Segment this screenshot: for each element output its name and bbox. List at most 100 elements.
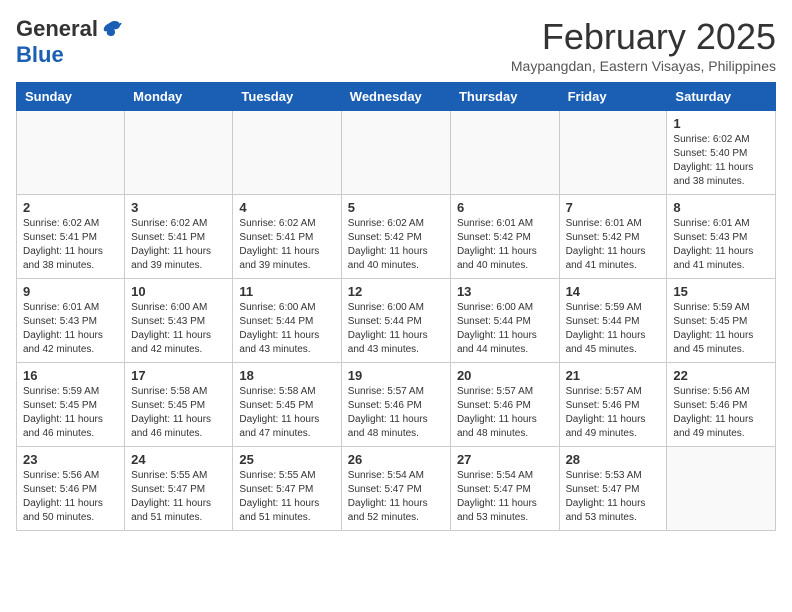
day-info: Sunrise: 5:57 AM Sunset: 5:46 PM Dayligh…	[566, 385, 661, 441]
day-info: Sunrise: 6:00 AM Sunset: 5:44 PM Dayligh…	[348, 301, 444, 357]
day-info: Sunrise: 6:02 AM Sunset: 5:41 PM Dayligh…	[131, 217, 226, 273]
day-info: Sunrise: 5:56 AM Sunset: 5:46 PM Dayligh…	[23, 469, 118, 525]
calendar-day-cell: 3 Sunrise: 6:02 AM Sunset: 5:41 PM Daylig…	[125, 195, 233, 279]
day-info: Sunrise: 5:54 AM Sunset: 5:47 PM Dayligh…	[348, 469, 444, 525]
day-number: 19	[348, 368, 444, 383]
day-info: Sunrise: 6:01 AM Sunset: 5:43 PM Dayligh…	[673, 217, 769, 273]
day-info: Sunrise: 6:02 AM Sunset: 5:41 PM Dayligh…	[23, 217, 118, 273]
day-info: Sunrise: 5:54 AM Sunset: 5:47 PM Dayligh…	[457, 469, 553, 525]
day-number: 3	[131, 200, 226, 215]
calendar-table: SundayMondayTuesdayWednesdayThursdayFrid…	[16, 82, 776, 531]
day-number: 14	[566, 284, 661, 299]
calendar-day-cell: 5Sunrise: 6:02 AM Sunset: 5:42 PM Daylig…	[341, 195, 450, 279]
day-number: 18	[239, 368, 334, 383]
location-title: Maypangdan, Eastern Visayas, Philippines	[511, 58, 776, 74]
calendar-day-cell: 8 Sunrise: 6:01 AM Sunset: 5:43 PM Daylig…	[667, 195, 776, 279]
weekday-header-thursday: Thursday	[450, 83, 559, 111]
calendar-week-row: 23 Sunrise: 5:56 AM Sunset: 5:46 PM Dayli…	[17, 447, 776, 531]
day-info: Sunrise: 5:58 AM Sunset: 5:45 PM Dayligh…	[239, 385, 334, 441]
logo-general: General	[16, 16, 98, 42]
calendar-day-cell: 14 Sunrise: 5:59 AM Sunset: 5:44 PM Dayli…	[559, 279, 667, 363]
calendar-day-cell: 19 Sunrise: 5:57 AM Sunset: 5:46 PM Dayli…	[341, 363, 450, 447]
day-info: Sunrise: 6:00 AM Sunset: 5:44 PM Dayligh…	[239, 301, 334, 357]
weekday-header-monday: Monday	[125, 83, 233, 111]
calendar-day-cell	[559, 111, 667, 195]
calendar-week-row: 2 Sunrise: 6:02 AM Sunset: 5:41 PM Daylig…	[17, 195, 776, 279]
calendar-week-row: 16 Sunrise: 5:59 AM Sunset: 5:45 PM Dayli…	[17, 363, 776, 447]
calendar-day-cell: 18 Sunrise: 5:58 AM Sunset: 5:45 PM Dayli…	[233, 363, 341, 447]
day-info: Sunrise: 5:56 AM Sunset: 5:46 PM Dayligh…	[673, 385, 769, 441]
title-block: February 2025 Maypangdan, Eastern Visaya…	[511, 16, 776, 74]
calendar-day-cell: 24 Sunrise: 5:55 AM Sunset: 5:47 PM Dayli…	[125, 447, 233, 531]
day-number: 22	[673, 368, 769, 383]
day-number: 2	[23, 200, 118, 215]
calendar-day-cell: 17 Sunrise: 5:58 AM Sunset: 5:45 PM Dayli…	[125, 363, 233, 447]
day-number: 24	[131, 452, 226, 467]
calendar-day-cell	[125, 111, 233, 195]
day-info: Sunrise: 5:57 AM Sunset: 5:46 PM Dayligh…	[348, 385, 444, 441]
calendar-day-cell: 11 Sunrise: 6:00 AM Sunset: 5:44 PM Dayli…	[233, 279, 341, 363]
day-number: 23	[23, 452, 118, 467]
day-number: 8	[673, 200, 769, 215]
calendar-day-cell	[667, 447, 776, 531]
calendar-day-cell: 25 Sunrise: 5:55 AM Sunset: 5:47 PM Dayli…	[233, 447, 341, 531]
day-number: 7	[566, 200, 661, 215]
day-info: Sunrise: 5:59 AM Sunset: 5:44 PM Dayligh…	[566, 301, 661, 357]
calendar-day-cell: 13 Sunrise: 6:00 AM Sunset: 5:44 PM Dayli…	[450, 279, 559, 363]
day-info: Sunrise: 6:00 AM Sunset: 5:43 PM Dayligh…	[131, 301, 226, 357]
calendar-day-cell: 6 Sunrise: 6:01 AM Sunset: 5:42 PM Daylig…	[450, 195, 559, 279]
day-number: 9	[23, 284, 118, 299]
calendar-day-cell: 9 Sunrise: 6:01 AM Sunset: 5:43 PM Daylig…	[17, 279, 125, 363]
calendar-day-cell: 28 Sunrise: 5:53 AM Sunset: 5:47 PM Dayli…	[559, 447, 667, 531]
day-number: 15	[673, 284, 769, 299]
calendar-day-cell	[341, 111, 450, 195]
day-info: Sunrise: 6:02 AM Sunset: 5:40 PM Dayligh…	[673, 133, 769, 189]
day-number: 6	[457, 200, 553, 215]
day-info: Sunrise: 5:53 AM Sunset: 5:47 PM Dayligh…	[566, 469, 661, 525]
calendar-day-cell	[17, 111, 125, 195]
calendar-day-cell: 10 Sunrise: 6:00 AM Sunset: 5:43 PM Dayli…	[125, 279, 233, 363]
day-number: 12	[348, 284, 444, 299]
day-info: Sunrise: 5:57 AM Sunset: 5:46 PM Dayligh…	[457, 385, 553, 441]
day-info: Sunrise: 5:59 AM Sunset: 5:45 PM Dayligh…	[673, 301, 769, 357]
day-number: 28	[566, 452, 661, 467]
month-title: February 2025	[511, 16, 776, 58]
weekday-header-wednesday: Wednesday	[341, 83, 450, 111]
day-info: Sunrise: 5:55 AM Sunset: 5:47 PM Dayligh…	[239, 469, 334, 525]
day-info: Sunrise: 6:01 AM Sunset: 5:43 PM Dayligh…	[23, 301, 118, 357]
day-info: Sunrise: 6:02 AM Sunset: 5:41 PM Dayligh…	[239, 217, 334, 273]
page-header: General Blue February 2025 Maypangdan, E…	[16, 16, 776, 74]
logo: General Blue	[16, 16, 122, 68]
day-number: 20	[457, 368, 553, 383]
day-info: Sunrise: 6:01 AM Sunset: 5:42 PM Dayligh…	[566, 217, 661, 273]
day-info: Sunrise: 6:02 AM Sunset: 5:42 PM Dayligh…	[348, 217, 444, 273]
day-number: 11	[239, 284, 334, 299]
day-number: 25	[239, 452, 334, 467]
calendar-day-cell: 16 Sunrise: 5:59 AM Sunset: 5:45 PM Dayli…	[17, 363, 125, 447]
calendar-week-row: 9 Sunrise: 6:01 AM Sunset: 5:43 PM Daylig…	[17, 279, 776, 363]
day-number: 27	[457, 452, 553, 467]
day-info: Sunrise: 5:59 AM Sunset: 5:45 PM Dayligh…	[23, 385, 118, 441]
weekday-header-sunday: Sunday	[17, 83, 125, 111]
day-info: Sunrise: 6:01 AM Sunset: 5:42 PM Dayligh…	[457, 217, 553, 273]
calendar-day-cell: 4Sunrise: 6:02 AM Sunset: 5:41 PM Daylig…	[233, 195, 341, 279]
day-info: Sunrise: 5:58 AM Sunset: 5:45 PM Dayligh…	[131, 385, 226, 441]
logo-blue: Blue	[16, 42, 64, 68]
calendar-day-cell: 26 Sunrise: 5:54 AM Sunset: 5:47 PM Dayli…	[341, 447, 450, 531]
day-number: 17	[131, 368, 226, 383]
calendar-day-cell: 22 Sunrise: 5:56 AM Sunset: 5:46 PM Dayli…	[667, 363, 776, 447]
calendar-day-cell: 23 Sunrise: 5:56 AM Sunset: 5:46 PM Dayli…	[17, 447, 125, 531]
day-number: 13	[457, 284, 553, 299]
calendar-day-cell: 15 Sunrise: 5:59 AM Sunset: 5:45 PM Dayli…	[667, 279, 776, 363]
day-info: Sunrise: 5:55 AM Sunset: 5:47 PM Dayligh…	[131, 469, 226, 525]
day-number: 26	[348, 452, 444, 467]
calendar-day-cell: 2 Sunrise: 6:02 AM Sunset: 5:41 PM Daylig…	[17, 195, 125, 279]
day-number: 21	[566, 368, 661, 383]
day-number: 16	[23, 368, 118, 383]
day-number: 10	[131, 284, 226, 299]
day-info: Sunrise: 6:00 AM Sunset: 5:44 PM Dayligh…	[457, 301, 553, 357]
day-number: 1	[673, 116, 769, 131]
weekday-header-saturday: Saturday	[667, 83, 776, 111]
logo-bird-icon	[100, 18, 122, 40]
weekday-header-row: SundayMondayTuesdayWednesdayThursdayFrid…	[17, 83, 776, 111]
